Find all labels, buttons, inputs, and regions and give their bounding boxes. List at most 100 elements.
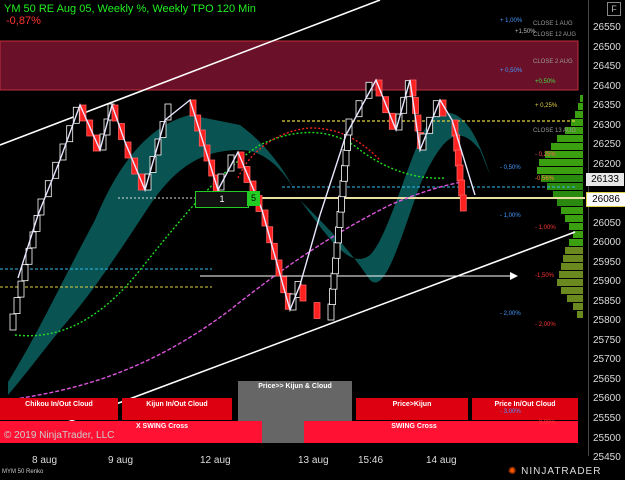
pct-level: - 3,00% [500,409,521,415]
panel-chikou: Chikou In/Out Cloud [25,401,93,408]
copyright: © 2019 NinjaTrader, LLC [4,430,115,441]
price-tick: 25450 [593,452,621,464]
profile-bar [569,223,583,230]
price-tick: 26450 [593,61,621,73]
renko-brick-up [327,303,335,321]
pct-level: - 1,00% [535,225,556,231]
renko-brick-up [342,149,350,167]
pct-level: - 0,50% [500,165,521,171]
price-tick: 25550 [593,413,621,424]
time-tick: 13 aug [298,455,329,466]
renko-brick-up [336,211,344,228]
renko-brick-down [313,302,321,319]
profile-bar [561,263,583,270]
renko-brick-up [339,180,347,198]
panel-x-swing: X SWING Cross [135,423,189,430]
renko-brick-down [454,149,462,167]
price-tick: 26550 [593,22,621,33]
panel-swing: SWING Cross [391,423,437,430]
pct-level: - 2,00% [500,311,521,317]
marker-badge: 5 [247,191,260,206]
price-tick: 25500 [593,432,621,444]
marker-price-label: 26086 [586,192,625,207]
renko-brick-up [333,241,341,259]
profile-bar [559,271,583,278]
panel-price-cloud: Price In/Out Cloud [494,401,556,408]
profile-bar [561,207,583,214]
profile-bar [578,103,583,110]
time-tick: 15:46 [358,455,384,466]
profile-bar [580,95,583,102]
brand-text: NINJATRADER [521,466,602,477]
renko-brick-up [21,264,29,282]
renko-brick-up [332,257,339,275]
renko-brick-up [9,313,17,331]
profile-bar [577,311,583,318]
close-level: CLOSE 1 AUG [533,21,573,27]
close-level: CLOSE 13 AUG [533,128,577,134]
price-tick: 25750 [593,334,621,346]
profile-bar [571,119,583,126]
price-tick: 25900 [593,276,621,288]
price-tick: 26500 [593,41,621,53]
price-tick: 26350 [593,100,621,112]
close-level: CLOSE 12 AUG [533,32,577,38]
price-tick: 25600 [593,393,621,405]
chart-title: YM 50 RE Aug 05, Weekly %, Weekly TPO 12… [4,3,256,15]
panel-price-kijun: Price>Kijun [392,401,432,408]
price-tick: 25700 [593,354,621,366]
pct-level: + 0,25% [535,103,558,109]
ninja-icon: ✺ [508,466,518,477]
price-tick: 26250 [593,139,621,151]
resistance-zone [0,40,579,91]
pct-level: - 3,00% [535,420,556,426]
profile-bar [561,287,583,294]
profile-bar [557,279,583,286]
renko-brick-up [341,164,348,182]
price-axis[interactable]: 26550 26500 26450 26400 26350 26300 26250 26200… [588,0,625,463]
renko-brick-down [458,179,466,197]
renko-brick-up [17,280,25,298]
pct-level: +0,50% [535,79,556,85]
price-tick: 26400 [593,80,621,92]
close-overlay-level: +1,50% [515,29,536,35]
price-chart[interactable] [0,0,625,480]
profile-bar [551,143,583,150]
marker-label: 1 [195,191,249,208]
pct-level: + 1,00% [500,18,523,24]
renko-brick-down [459,194,467,212]
price-tick: 26000 [593,237,621,249]
price-tick: 25800 [593,315,621,327]
profile-bar [557,199,583,206]
price-tick: 25850 [593,295,621,307]
pct-level: - 0,25% [535,152,556,158]
profile-bar [575,111,583,118]
price-tick: 25650 [593,373,621,385]
pct-level: -0,56% [535,176,555,182]
close-level: CLOSE 2 AUG [533,59,573,65]
pct-level: + 0,50% [500,68,523,74]
price-tick: 25950 [593,256,621,268]
profile-bar [565,215,583,222]
time-tick: 9 aug [108,455,134,466]
renko-brick-down [456,164,464,182]
renko-brick-up [29,231,37,249]
change-percent: -0,87% [6,15,41,27]
profile-bar [557,135,583,142]
renko-brick-up [329,288,336,306]
renko-brick-up [338,195,345,213]
profile-bar [563,255,583,262]
ichimoku-cloud [8,112,490,395]
price-tick: 26200 [593,158,621,170]
panel-kijun-cloud: Kijun In/Out Cloud [146,401,208,408]
time-tick: 8 aug [32,455,58,466]
current-price-label: 26133 [586,173,624,186]
profile-bar [553,191,583,198]
renko-brick-up [330,272,338,290]
pct-level: - 2,00% [535,322,556,328]
brand-logo: ✺ NINJATRADER [508,466,601,477]
renko-brick-down [299,284,307,302]
renko-brick-up [13,297,21,315]
profile-bar [569,239,583,246]
profile-bar [573,303,583,310]
